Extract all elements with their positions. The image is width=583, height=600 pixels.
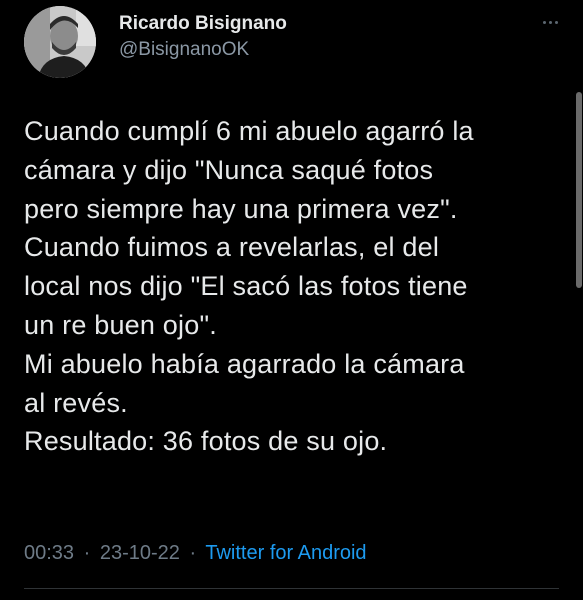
tweet-text-line: Cuando fuimos a revelarlas, el del (24, 232, 440, 263)
divider (24, 588, 559, 589)
more-horizontal-icon-dot (554, 20, 558, 24)
tweet-text-line: Cuando cumplí 6 mi abuelo agarró la (24, 116, 474, 146)
tweet-container: Ricardo Bisignano @BisignanoOK Cuando cu… (0, 0, 583, 600)
more-horizontal-icon-dot (548, 20, 552, 24)
avatar[interactable] (24, 6, 96, 78)
more-horizontal-icon (542, 20, 546, 24)
tweet-header: Ricardo Bisignano @BisignanoOK (24, 6, 564, 78)
tweet-text-line: cámara y dijo "Nunca saqué fotos (24, 154, 434, 185)
more-options-button[interactable] (536, 12, 564, 32)
tweet-source-link[interactable]: Twitter for Android (205, 542, 366, 564)
tweet-time[interactable]: 00:33 (24, 542, 74, 564)
tweet-date[interactable]: 23-10-22 (100, 542, 180, 564)
tweet-text-line: pero siempre hay una primera vez". (24, 193, 458, 224)
author-handle[interactable]: @BisignanoOK (119, 36, 287, 64)
tweet-text: Cuando cumplí 6 mi abuelo agarró la cáma… (24, 112, 564, 461)
tweet-text-line: local nos dijo "El sacó las fotos tiene (24, 271, 468, 302)
tweet-text-line: Resultado: 36 fotos de su ojo. (24, 426, 388, 457)
author-names: Ricardo Bisignano @BisignanoOK (119, 12, 287, 64)
author-display-name[interactable]: Ricardo Bisignano (119, 12, 287, 36)
scrollbar-thumb[interactable] (576, 92, 582, 288)
meta-separator: · (83, 542, 91, 564)
tweet-text-line: un re buen ojo". (24, 309, 217, 340)
tweet-meta: 00:33 · 23-10-22 · Twitter for Android (24, 538, 367, 568)
scrollbar[interactable] (575, 0, 583, 600)
tweet-text-line: al revés. (24, 387, 128, 418)
profile-photo-icon (24, 6, 96, 78)
meta-separator: · (189, 542, 197, 564)
tweet-text-line: Mi abuelo había agarrado la cámara (24, 348, 465, 379)
